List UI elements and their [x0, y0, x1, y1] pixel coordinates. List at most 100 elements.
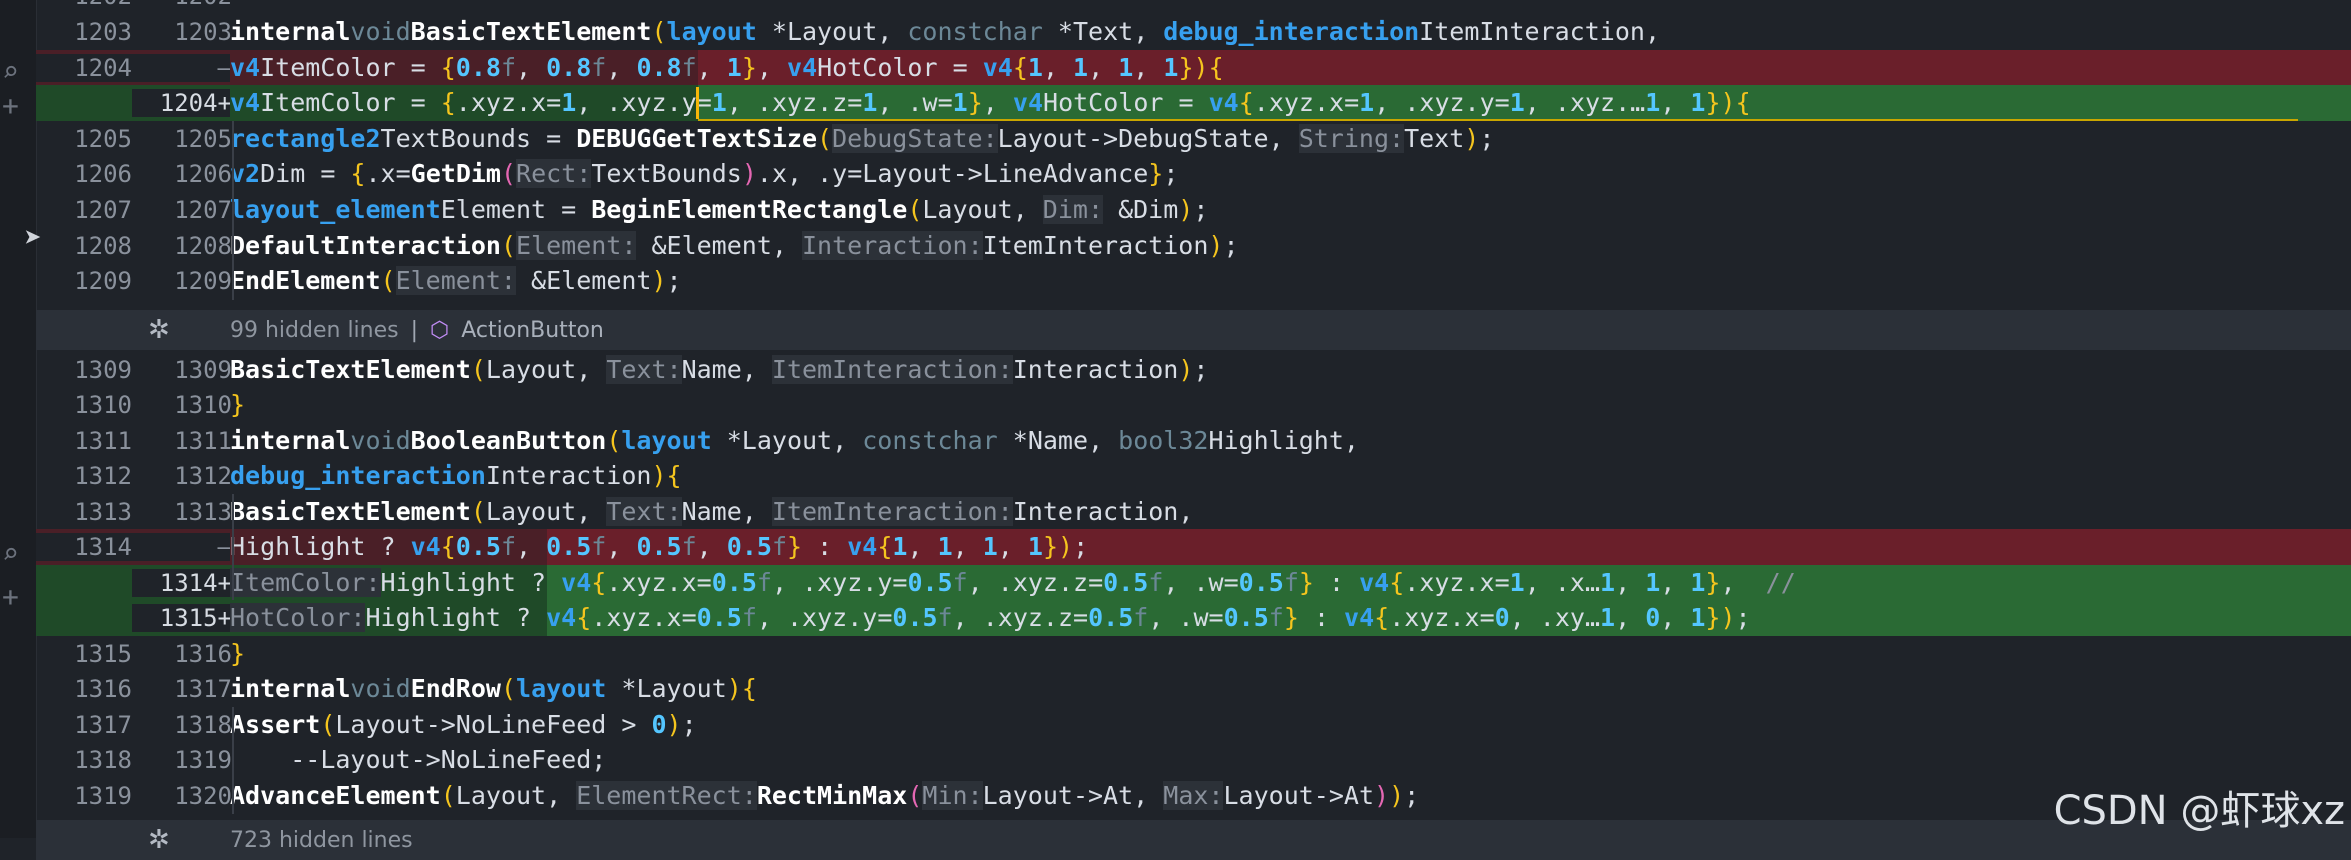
cube-icon: ⬡ — [430, 317, 450, 343]
code-text[interactable]: -- Layout -> NoLineFeed; — [230, 742, 2351, 778]
code-line[interactable]: 1312 1312 debug_interaction Interaction) … — [36, 458, 2351, 494]
diff-toggle-icon[interactable]: ⌕ — [2, 540, 19, 568]
diff-line-added[interactable]: 1314+ ItemColor: Highlight ? v4{. xyz. x = 0… — [36, 565, 2351, 601]
old-line-number: 1311 — [74, 426, 132, 455]
code-text[interactable]: BasicTextElement(Layout, Text: Name, Ite… — [230, 352, 2351, 388]
code-line[interactable]: 1209 1209 EndElement(Element: & Element); — [36, 263, 2351, 299]
new-line-number: 1209 — [174, 266, 232, 295]
code-text[interactable]: internal void BasicTextElement(layout * L… — [230, 14, 2351, 50]
new-line-number: 1311 — [174, 426, 232, 455]
diff-line-removed[interactable]: 1204— v4 ItemColor = {0.8 f, 0.8 f, 0.8 f, … — [36, 50, 2351, 86]
code-text[interactable]: debug_interaction Interaction) { — [230, 458, 2351, 494]
new-line-number: 1206 — [174, 159, 232, 188]
new-line-number: — — [132, 532, 232, 561]
diff-line-added[interactable]: 1315+ HotColor: Highlight ? v4{. xyz. x = 0.… — [36, 600, 2351, 636]
code-text[interactable]: HotColor: Highlight ? v4{. xyz. x = 0.5 f, .x… — [230, 600, 2351, 636]
old-line-number: 1206 — [74, 159, 132, 188]
old-line-number: 1314 — [36, 532, 132, 561]
code-line[interactable]: 1309 1309 BasicTextElement(Layout, Text: … — [36, 352, 2351, 388]
code-line[interactable]: 12021202 — [36, 0, 2351, 14]
new-line-number: 1309 — [174, 355, 232, 384]
indent-guide — [232, 707, 234, 814]
code-text[interactable]: layout_element Element = BeginElementRec… — [230, 192, 2351, 228]
code-text[interactable]: AdvanceElement(Layout, ElementRect: Rect… — [230, 778, 2351, 814]
code-line[interactable]: 1207 1207 layout_element Element = BeginE… — [36, 192, 2351, 228]
diff-editor[interactable]: 1202120212031203internal void BasicTextE… — [36, 0, 2351, 860]
old-line-number: 1310 — [74, 390, 132, 419]
hidden-lines-count: 723 hidden lines — [230, 827, 413, 853]
new-line-number: 1208 — [174, 231, 232, 260]
text-caret — [696, 87, 700, 119]
fold-expand-icon[interactable]: ✲ — [148, 315, 170, 345]
code-line[interactable]: 1310 1310} — [36, 387, 2351, 423]
code-text[interactable] — [230, 0, 2351, 14]
code-text[interactable]: v4 ItemColor = {. xyz. x = 1, . xyz. y = 1, . xyz… — [230, 85, 2351, 121]
code-line[interactable]: 1208 1208 DefaultInteraction(Element: & El… — [36, 228, 2351, 264]
diff-add-icon[interactable]: + — [2, 92, 19, 120]
old-line-number: 1309 — [74, 355, 132, 384]
new-line-number: 1317 — [174, 674, 232, 703]
new-line-number: 1205 — [174, 124, 232, 153]
code-line[interactable]: 1311 1311 internal void BooleanButton(layo… — [36, 423, 2351, 459]
code-line[interactable]: 1313 1313 BasicTextElement(Layout, Text: … — [36, 494, 2351, 530]
old-line-number: 1202 — [36, 0, 132, 10]
code-text[interactable]: } — [230, 636, 2351, 672]
old-line-number: 1209 — [74, 266, 132, 295]
diff-line-added[interactable]: 1204+ v4 ItemColor = {. xyz. x = 1, . xyz. y = 1… — [36, 85, 2351, 121]
new-line-number: 1314+ — [132, 568, 232, 597]
code-text[interactable]: DefaultInteraction(Element: & Element, In… — [230, 228, 2351, 264]
new-line-number: 1319 — [174, 745, 232, 774]
new-line-number: 1204+ — [132, 88, 232, 117]
code-line[interactable]: 1206 1206 v2 Dim = {. x = GetDim(Rect: TextB… — [36, 156, 2351, 192]
new-line-number: 1207 — [174, 195, 232, 224]
code-text[interactable]: v2 Dim = {. x = GetDim(Rect: TextBounds). x,… — [230, 156, 2351, 192]
old-line-number: 1315 — [74, 639, 132, 668]
fold-separator: | — [410, 317, 419, 343]
old-line-number: 1318 — [74, 745, 132, 774]
code-text[interactable]: Highlight ? v4{0.5 f, 0.5 f, 0.5 f, 0.5 f} :… — [230, 529, 2351, 565]
old-line-number: 1313 — [74, 497, 132, 526]
watermark: CSDN @虾球xz — [2053, 788, 2345, 834]
new-line-number: 1315+ — [132, 603, 232, 632]
code-line[interactable]: 1316 1317 internal void EndRow(layout * Lay… — [36, 671, 2351, 707]
new-line-number: 1202 — [132, 0, 232, 10]
code-text[interactable]: BasicTextElement(Layout, Text: Name, Ite… — [230, 494, 2351, 530]
code-text[interactable]: } — [230, 387, 2351, 423]
diff-toggle-icon[interactable]: ⌕ — [2, 58, 19, 86]
code-text[interactable]: internal void BooleanButton(layout * Layo… — [230, 423, 2351, 459]
new-line-number: 1313 — [174, 497, 232, 526]
code-line[interactable]: 1203 1203 internal void BasicTextElement(l… — [36, 14, 2351, 50]
code-line[interactable]: 1319 1320 AdvanceElement(Layout, ElementR… — [36, 778, 2351, 814]
code-text[interactable]: EndElement(Element: & Element); — [230, 263, 2351, 299]
old-line-number: 1204 — [36, 53, 132, 82]
diff-add-icon[interactable]: + — [2, 583, 19, 611]
hidden-lines-count: 99 hidden lines — [230, 317, 399, 343]
new-line-number: 1316 — [174, 639, 232, 668]
fold-symbol-name[interactable]: ActionButton — [461, 318, 604, 343]
code-line[interactable]: 1318 1319 -- Layout -> NoLineFeed; — [36, 742, 2351, 778]
old-line-number: 1317 — [74, 710, 132, 739]
old-line-number: 1207 — [74, 195, 132, 224]
fold-expand-icon[interactable]: ✲ — [148, 825, 170, 855]
diff-line-removed[interactable]: 1314— Highlight ? v4{0.5 f, 0.5 f, 0.5 f, 0… — [36, 529, 2351, 565]
new-line-number: 1318 — [174, 710, 232, 739]
old-line-number: 1319 — [74, 781, 132, 810]
old-line-number: 1205 — [74, 124, 132, 153]
code-text[interactable]: v4 ItemColor = {0.8 f, 0.8 f, 0.8 f, 1}, v4… — [230, 50, 2351, 86]
code-text[interactable]: Assert(Layout -> NoLineFeed > 0); — [230, 707, 2351, 743]
new-line-number: 1310 — [174, 390, 232, 419]
new-line-number: 1320 — [174, 781, 232, 810]
code-line[interactable]: 1317 1318 Assert(Layout -> NoLineFeed > 0); — [36, 707, 2351, 743]
indent-guide — [232, 494, 234, 600]
old-line-number: 1312 — [74, 461, 132, 490]
code-line[interactable]: 1315 1316} — [36, 636, 2351, 672]
code-text[interactable]: ItemColor: Highlight ? v4{. xyz. x = 0.5 f, .… — [230, 565, 2351, 601]
folded-region[interactable]: ✲ 99 hidden lines | ⬡ ActionButton — [36, 310, 2351, 350]
code-text[interactable]: rectangle2 TextBounds = DEBUGGetTextSize… — [230, 121, 2351, 157]
left-gutter-strip: ⌕ + ⌕ + ➤ — [0, 0, 42, 838]
fold-label: 99 hidden lines | ⬡ ActionButton — [230, 318, 604, 343]
code-line[interactable]: 1205 1205 rectangle2 TextBounds = DEBUGGe… — [36, 121, 2351, 157]
code-text[interactable]: internal void EndRow(layout * Layout) { — [230, 671, 2351, 707]
folded-region[interactable]: ✲ 723 hidden lines — [36, 820, 2351, 860]
new-line-number: 1203 — [174, 17, 232, 46]
